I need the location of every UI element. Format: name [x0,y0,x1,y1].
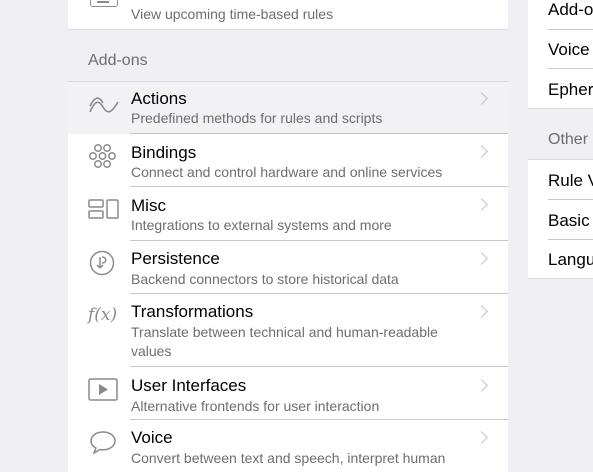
addon-item-actions[interactable]: Actions Predefined methods for rules and… [68,82,508,134]
divider [130,419,508,420]
schedule-icon [90,0,118,7]
addon-title: Transformations [131,302,254,321]
divider [130,133,508,134]
chevron-right-icon [475,145,488,158]
addon-subtitle: Convert between text and speech, interpr… [131,450,446,466]
chevron-right-icon [475,198,488,211]
addon-subtitle: Integrations to external systems and mor… [131,217,392,233]
schedule-subtitle: View upcoming time-based rules [131,6,334,22]
divider [548,239,593,240]
divider [130,293,508,294]
chat-bubble-icon [88,428,120,456]
divider [548,199,593,200]
addons-list: Actions Predefined methods for rules and… [68,81,508,472]
addons-section-header: Add-ons [88,52,148,69]
addon-item-persistence[interactable]: Persistence Backend connectors to store … [68,242,508,294]
divider [130,186,508,187]
addon-item-transformations[interactable]: f(x) Transformations Translate between t… [68,295,508,367]
addon-item-voice[interactable]: Voice Convert between text and speech, i… [68,421,508,472]
chevron-right-icon [475,252,488,265]
list-item[interactable]: Rule V [548,171,593,191]
divider [548,68,593,69]
list-item[interactable]: Basic U [548,211,593,231]
divider [130,240,508,241]
addon-subtitle: Backend connectors to store historical d… [131,271,399,287]
chevron-right-icon [475,379,488,392]
addons-settings-panel: View upcoming time-based rules Add-ons A… [68,0,508,472]
addon-title: Persistence [131,249,220,268]
addon-item-user-interfaces[interactable]: User Interfaces Alternative frontends fo… [68,368,508,420]
addon-subtitle: Connect and control hardware and online … [131,164,443,180]
schedule-list-item[interactable]: View upcoming time-based rules [68,0,508,30]
addon-subtitle: Predefined methods for rules and scripts [131,110,383,126]
chevron-right-icon [475,305,488,318]
addon-title: Misc [131,196,166,215]
addon-title: Bindings [131,143,197,162]
addon-title: User Interfaces [131,376,247,395]
play-icon [88,376,120,404]
list-item[interactable]: Epher [548,80,593,100]
other-section-header: Other [548,131,589,148]
wave-icon [88,92,120,120]
list-item[interactable]: Langu [548,250,593,270]
list-item[interactable]: Add-o [548,0,593,20]
secondary-settings-panel: Add-o Voice Epher Other Rule V Basic U L… [528,0,593,472]
addon-title: Voice [131,428,173,447]
circles-grid-icon [88,143,120,171]
addon-subtitle: Translate between technical and human-re… [131,324,438,359]
list-item[interactable]: Voice [548,40,590,60]
secondary-list-1: Add-o Voice Epher [528,0,593,109]
persistence-icon [88,249,120,277]
function-icon: f(x) [88,305,118,325]
addon-title: Actions [131,89,187,108]
secondary-list-2: Rule V Basic U Langu [528,159,593,279]
divider [130,366,508,367]
addon-subtitle: Alternative frontends for user interacti… [131,398,380,414]
chevron-right-icon [475,92,488,105]
addon-item-bindings[interactable]: Bindings Connect and control hardware an… [68,135,508,187]
misc-blocks-icon [88,198,120,226]
settings-screen: View upcoming time-based rules Add-ons A… [0,0,593,472]
chevron-right-icon [475,431,488,444]
divider [548,29,593,30]
addon-item-misc[interactable]: Misc Integrations to external systems an… [68,188,508,241]
